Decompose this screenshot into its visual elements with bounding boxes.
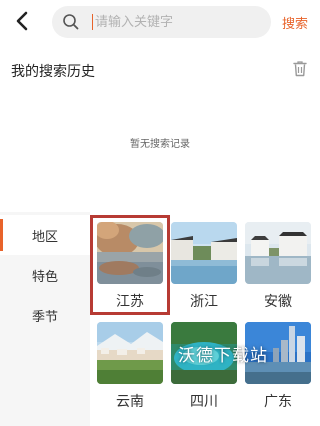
sidebar-item-season[interactable]: 季节	[0, 295, 90, 335]
region-grid: 江苏 浙江 安徽 云南 四川 广东	[90, 212, 320, 426]
region-image	[245, 222, 311, 284]
text-cursor	[92, 14, 93, 30]
sidebar-item-feature[interactable]: 特色	[0, 255, 90, 295]
back-arrow-icon[interactable]	[12, 9, 34, 33]
search-button[interactable]: 搜索	[282, 13, 308, 32]
history-title: 我的搜索历史	[11, 64, 95, 80]
category-sidebar: 地区 特色 季节	[0, 212, 90, 426]
sidebar-item-label: 特色	[31, 269, 58, 285]
region-card-jiangsu[interactable]: 江苏	[97, 222, 163, 311]
search-input[interactable]	[95, 10, 255, 34]
trash-icon[interactable]	[292, 60, 308, 77]
region-label: 浙江	[190, 294, 218, 310]
region-card-sichuan[interactable]: 四川	[171, 322, 237, 411]
top-bar: 搜索	[0, 0, 320, 44]
region-image	[97, 222, 163, 284]
region-label: 广东	[264, 394, 292, 410]
region-card-anhui[interactable]: 安徽	[245, 222, 311, 311]
region-image	[97, 322, 163, 384]
region-card-guangdong[interactable]: 广东	[245, 322, 311, 411]
watermark: 沃德下载站	[178, 346, 268, 366]
region-label: 安徽	[264, 294, 292, 310]
sidebar-item-region[interactable]: 地区	[0, 215, 90, 255]
region-label: 四川	[190, 394, 218, 410]
search-icon	[62, 13, 80, 31]
region-label: 江苏	[116, 294, 144, 310]
history-empty-text: 暂无搜索记录	[130, 139, 190, 150]
region-image	[171, 222, 237, 284]
region-card-zhejiang[interactable]: 浙江	[171, 222, 237, 311]
search-box[interactable]	[52, 6, 271, 38]
region-card-yunnan[interactable]: 云南	[97, 322, 163, 411]
sidebar-item-label: 地区	[31, 229, 58, 245]
sidebar-item-label: 季节	[31, 309, 58, 325]
region-label: 云南	[116, 394, 144, 410]
